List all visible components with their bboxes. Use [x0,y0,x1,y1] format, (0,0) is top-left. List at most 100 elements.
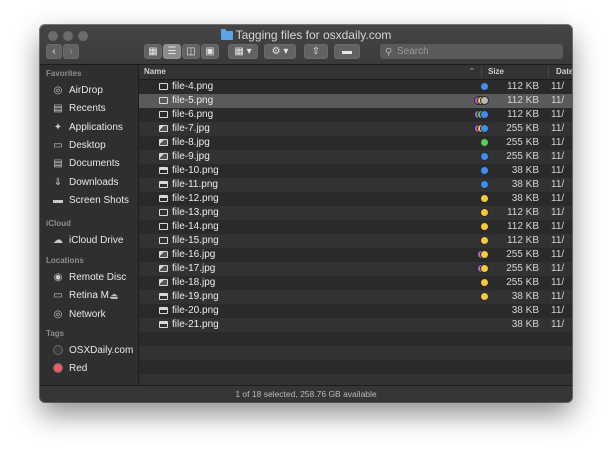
date-column-header[interactable]: Date [556,65,572,79]
sidebar-item-label: Red [69,363,88,375]
file-size: 255 KB [506,123,539,134]
png-file-icon [159,111,168,118]
file-tags [467,237,491,245]
sidebar-item[interactable]: ✦ Applications [52,120,136,136]
file-tags [467,83,491,91]
sidebar-item[interactable]: ◉ Remote Disc [52,270,136,286]
file-row[interactable]: file-19.png 38 KB 11/ [139,290,572,304]
documents-icon: ▤ [53,158,63,170]
png-file-icon [159,321,168,328]
sidebar-item[interactable]: ◎ Network [52,307,136,323]
file-row[interactable]: file-14.png 112 KB 11/ [139,220,572,234]
sidebar-heading: Locations [46,256,84,265]
columns-icon: ◫ [186,46,196,57]
file-tags [467,279,491,287]
title-bar: Tagging files for osxdaily.com ‹ › ▦ ☰ ◫… [40,25,572,65]
file-size: 112 KB [506,235,539,246]
sidebar-item-label: Network [69,308,106,320]
file-date: 11/ [551,109,565,120]
sidebar-item[interactable]: ▭ Retina M... ⏏ [52,288,136,304]
tag-dot-icon [481,195,488,202]
file-size: 112 KB [506,95,539,106]
file-size: 38 KB [511,319,539,330]
file-size: 112 KB [506,81,539,92]
file-name: file-7.jpg [172,123,210,134]
file-size: 112 KB [506,207,539,218]
sidebar-item[interactable]: Red [52,361,136,377]
image-file-icon [159,139,168,146]
laptop-icon: ▭ [53,290,63,302]
file-tags [467,125,491,133]
forward-button[interactable]: › [63,44,79,59]
file-name: file-15.png [172,235,219,246]
gallery-icon: ▣ [205,46,215,57]
search-input[interactable] [397,44,557,59]
file-date: 11/ [551,221,565,232]
group-button[interactable]: ▦ ▾ [228,44,258,59]
tag-dot-icon [481,167,488,174]
sidebar-item[interactable]: ☁ iCloud Drive [52,233,136,249]
file-row[interactable]: file-17.jpg 255 KB 11/ [139,262,572,276]
file-row[interactable]: file-13.png 112 KB 11/ [139,206,572,220]
file-row[interactable]: file-10.png 38 KB 11/ [139,164,572,178]
sidebar: Favorites ◎ AirDrop ▤ Recents ✦ Applications ▭ D… [40,65,139,385]
file-name: file-19.png [172,291,219,302]
file-date: 11/ [551,81,565,92]
column-view-button[interactable]: ◫ [182,44,200,59]
file-tags [467,209,491,217]
share-button[interactable]: ⇧ [304,44,328,59]
sidebar-item[interactable]: OSXDaily.com [52,343,136,359]
back-button[interactable]: ‹ [46,44,62,59]
file-row[interactable]: file-6.png 112 KB 11/ [139,108,572,122]
disc-icon: ◉ [53,272,63,283]
file-row[interactable]: file-4.png 112 KB 11/ [139,80,572,94]
size-column-header[interactable]: Size [488,65,504,79]
tag-color-dot-icon [54,346,62,354]
file-row[interactable]: file-5.png 112 KB 11/ [139,94,572,108]
icon-view-button[interactable]: ▦ [144,44,162,59]
image-file-icon [159,125,168,132]
file-row[interactable]: file-16.jpg 255 KB 11/ [139,248,572,262]
sidebar-item[interactable]: ⇓ Downloads [52,175,136,191]
file-row[interactable]: file-20.png 38 KB 11/ [139,304,572,318]
search-field[interactable]: ⚲ [380,44,563,59]
sidebar-item[interactable]: ▤ Documents [52,156,136,172]
list-view-button[interactable]: ☰ [163,44,181,59]
tags-button[interactable]: ▬ [334,44,360,59]
image-file-icon [159,265,168,272]
sidebar-item-label: Screen Shots [69,194,130,206]
file-size: 255 KB [506,151,539,162]
file-row[interactable]: file-15.png 112 KB 11/ [139,234,572,248]
file-row[interactable]: file-7.jpg 255 KB 11/ [139,122,572,136]
gallery-view-button[interactable]: ▣ [201,44,219,59]
file-row[interactable]: file-12.png 38 KB 11/ [139,192,572,206]
action-button[interactable]: ⚙ ▾ [264,44,296,59]
eject-icon[interactable]: ⏏ [110,288,119,304]
file-tags [467,181,491,189]
cloud-icon: ☁ [53,235,63,246]
sidebar-item[interactable]: ▤ Recents [52,101,136,117]
file-date: 11/ [551,151,565,162]
file-date: 11/ [551,263,565,274]
sidebar-item[interactable]: ▬ Screen Shots [52,193,136,209]
file-row[interactable]: file-8.jpg 255 KB 11/ [139,136,572,150]
file-tags [467,139,491,147]
file-row[interactable]: file-11.png 38 KB 11/ [139,178,572,192]
sidebar-item[interactable]: ◎ AirDrop [52,83,136,99]
file-row[interactable]: file-9.jpg 255 KB 11/ [139,150,572,164]
applications-icon: ✦ [53,121,63,133]
sidebar-item[interactable]: ▭ Desktop [52,138,136,154]
window-title-text: Tagging files for osxdaily.com [235,28,392,42]
file-tags [467,153,491,161]
file-row[interactable]: file-18.jpg 255 KB 11/ [139,276,572,290]
file-row[interactable]: file-21.png 38 KB 11/ [139,318,572,332]
file-size: 112 KB [506,221,539,232]
file-size: 38 KB [511,291,539,302]
name-column-header[interactable]: Name [144,65,166,79]
folder-icon: ▬ [53,194,63,206]
tag-dot-icon [481,111,488,118]
file-size: 38 KB [511,305,539,316]
file-date: 11/ [551,165,565,176]
chevron-right-icon: › [69,46,73,57]
file-tags [467,265,491,273]
